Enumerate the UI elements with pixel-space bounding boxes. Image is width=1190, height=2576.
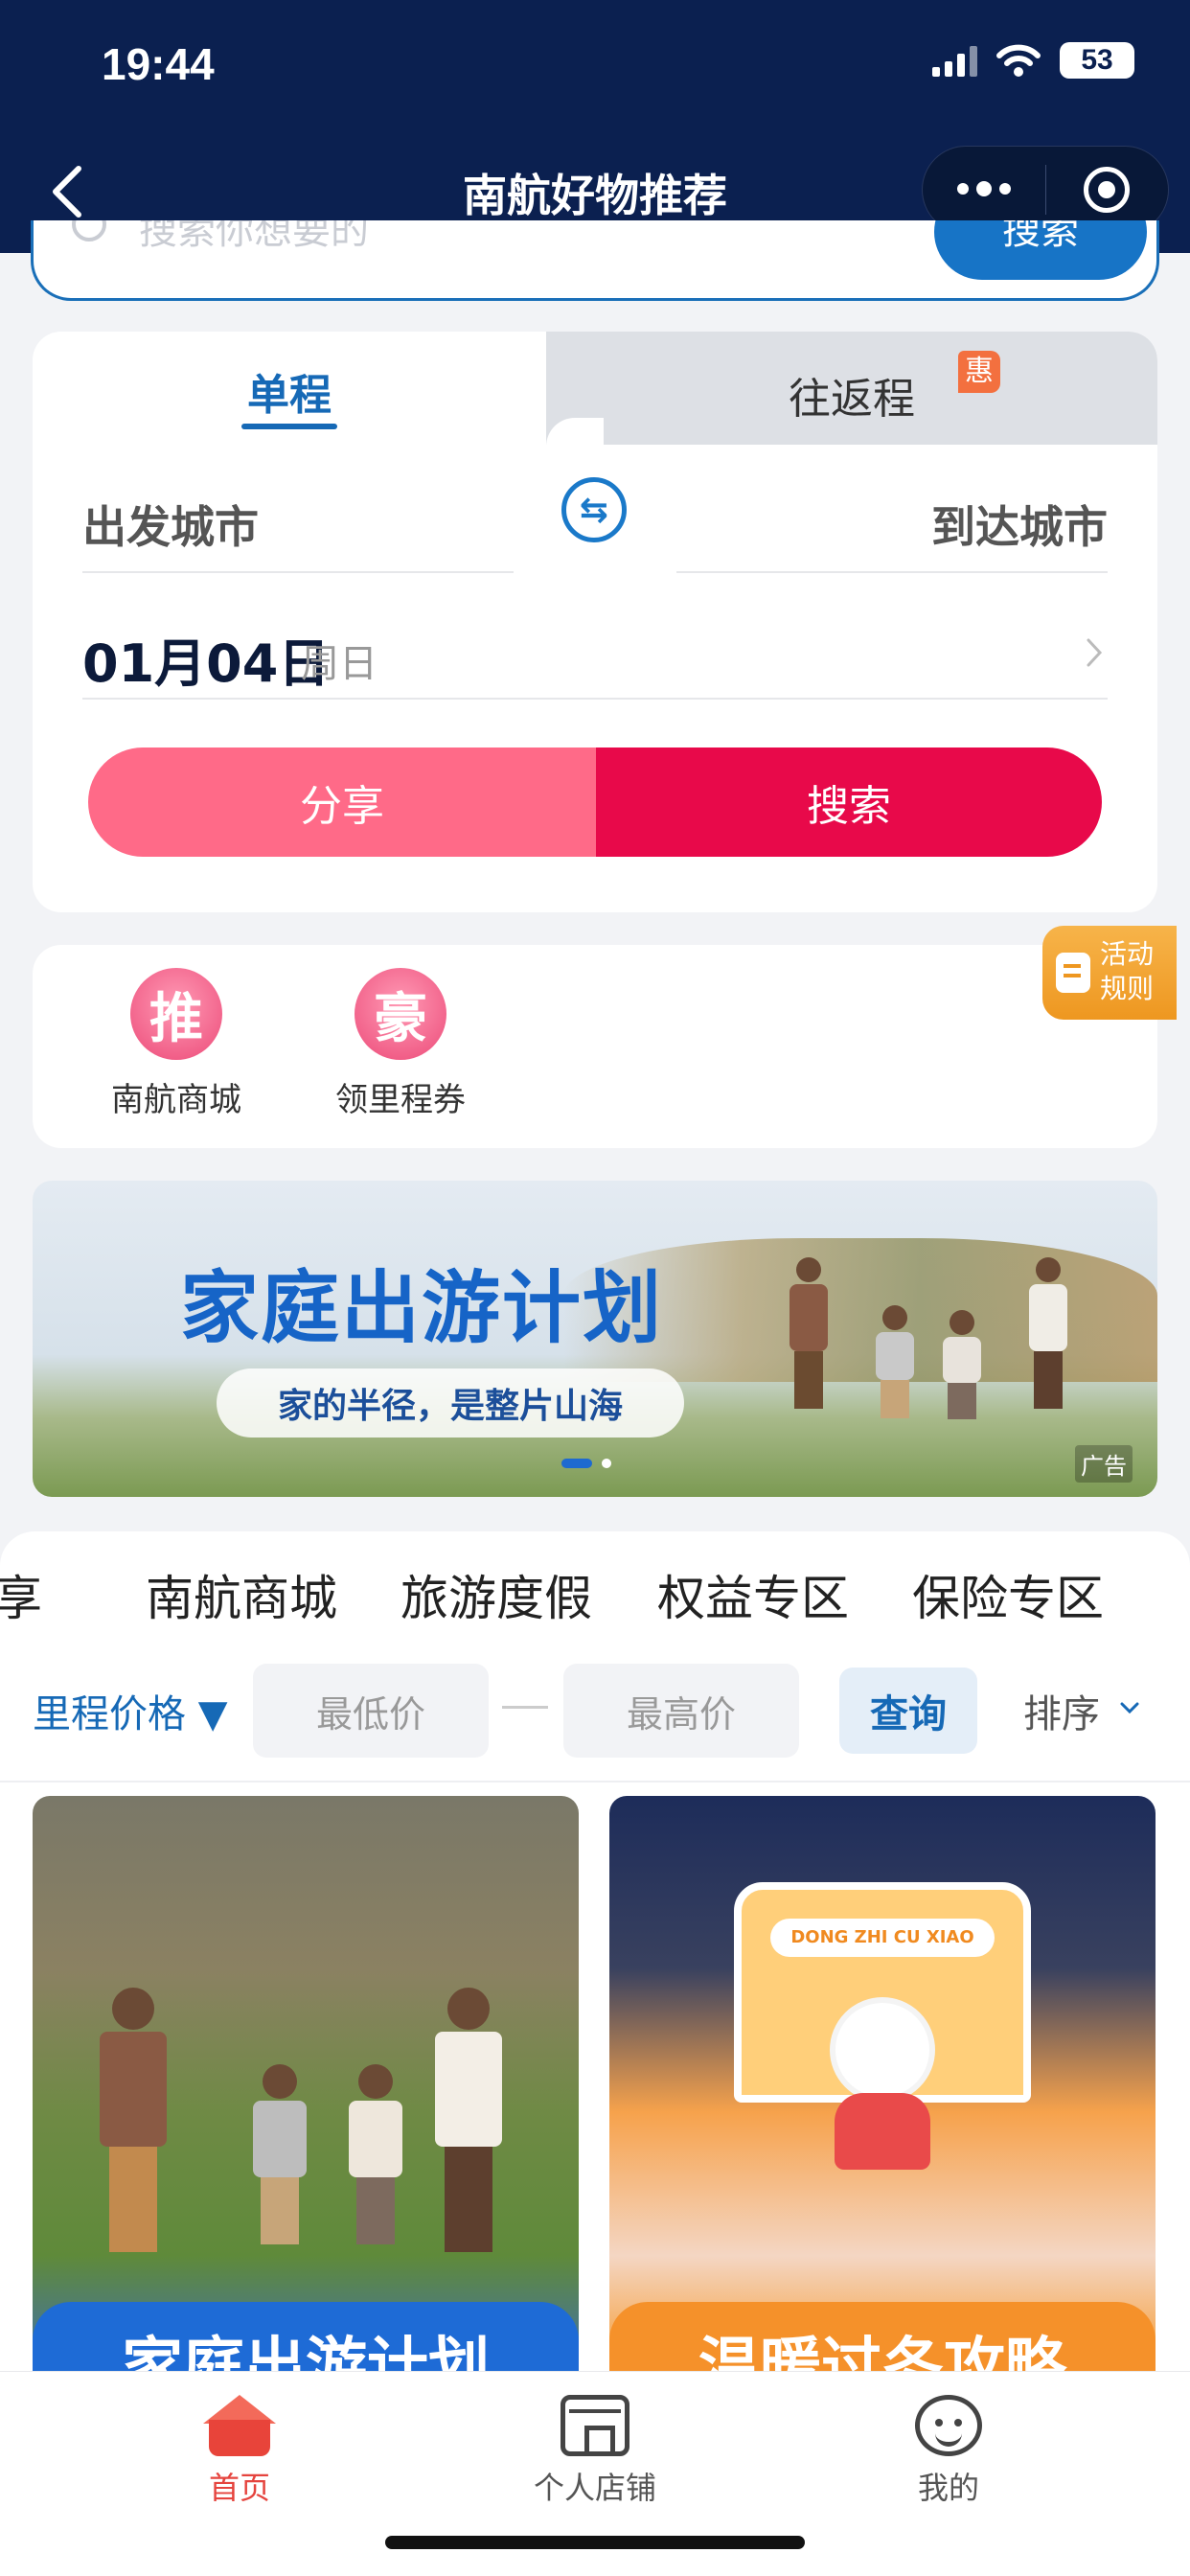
product-caption: 温暖过冬攻略 [698, 2332, 1066, 2371]
doll-illustration [820, 1997, 945, 2170]
store-icon [561, 2395, 629, 2456]
banner-subtitle: 家的半径，是整片山海 [217, 1368, 684, 1438]
cellular-signal-icon [932, 44, 977, 77]
flight-booking-card: 往返程 惠 单程 出发城市 ⇆ 到达城市 01月04日 周日 分享 搜索 [33, 332, 1157, 912]
departure-date[interactable]: 01月04日 [82, 621, 330, 697]
swap-cities-icon[interactable]: ⇆ [561, 477, 627, 542]
chevron-down-icon [1120, 1702, 1139, 1714]
product-person-figure [253, 2064, 307, 2244]
promo-banner[interactable]: 家庭出游计划 家的半径，是整片山海 广告 [33, 1181, 1157, 1497]
product-card[interactable]: 家庭出游计划 [33, 1796, 579, 2371]
tab-active-indicator [241, 424, 337, 429]
document-icon [1056, 953, 1090, 993]
status-time: 19:44 [102, 39, 215, 89]
category-tab[interactable]: 旅游度假 [400, 1560, 592, 1627]
ad-label: 广告 [1075, 1445, 1133, 1483]
battery-icon: 53 [1060, 42, 1134, 79]
tab-one-way-label: 单程 [247, 371, 332, 420]
tab-home-label: 首页 [208, 2470, 270, 2506]
chevron-right-icon[interactable] [1085, 636, 1104, 669]
product-person-figure [100, 1988, 167, 2252]
more-icon [956, 181, 1011, 196]
store-sign: DONG ZHI CU XIAO [770, 1919, 995, 1957]
category-tab[interactable]: 权益专区 [657, 1560, 849, 1627]
top-bar: 19:44 53 南航好物推荐 [0, 0, 1190, 253]
banner-person-figure [943, 1310, 981, 1419]
discount-badge: 惠 [958, 351, 1000, 393]
mileage-price-dropdown[interactable]: 里程价格 ▼ [33, 1683, 227, 1738]
quick-entries: 推 南航商城 豪 领里程券 [33, 945, 1157, 1148]
banner-person-figure [1029, 1257, 1067, 1409]
sort-dropdown[interactable]: 排序 [1023, 1683, 1100, 1738]
tab-home[interactable]: 首页 [144, 2395, 335, 2508]
rules-label-line2: 规则 [1100, 973, 1155, 1004]
tab-round-trip[interactable]: 往返程 惠 [546, 332, 1157, 445]
tab-round-trip-label: 往返程 [789, 375, 915, 424]
tab-my-store[interactable]: 个人店铺 [499, 2395, 691, 2508]
banner-title: 家庭出游计划 [180, 1263, 664, 1354]
search-icon [72, 220, 106, 242]
share-button[interactable]: 分享 [88, 748, 596, 857]
max-price-input[interactable]: 最高价 [563, 1664, 799, 1758]
banner-person-figure [790, 1257, 828, 1409]
quick-entry-label: 南航商城 [111, 1081, 241, 1119]
coupon-icon: 豪 [355, 968, 446, 1060]
product-person-figure [435, 1988, 502, 2252]
query-button[interactable]: 查询 [839, 1668, 977, 1754]
category-tab[interactable]: 保险专区 [912, 1560, 1104, 1627]
quick-entry-label: 领里程券 [335, 1081, 466, 1119]
search-input[interactable]: 搜索你想要的 [139, 220, 369, 255]
activity-rules-button[interactable]: 活动 规则 [1042, 926, 1177, 1020]
tab-one-way[interactable]: 单程 [33, 332, 546, 445]
search-bar: 搜索你想要的 搜索 [31, 220, 1159, 301]
departure-city-field[interactable]: 出发城市 [82, 493, 259, 556]
home-indicator [385, 2536, 805, 2549]
search-submit-button[interactable]: 搜索 [934, 220, 1147, 280]
quick-entry-coupon[interactable]: 豪 领里程券 [305, 968, 496, 1120]
product-caption: 家庭出游计划 [122, 2332, 490, 2371]
tab-me[interactable]: 我的 [853, 2395, 1044, 2508]
banner-person-figure [876, 1305, 914, 1418]
tab-my-store-label: 个人店铺 [533, 2470, 656, 2506]
product-card[interactable]: DONG ZHI CU XIAO 温暖过冬攻略 [609, 1796, 1156, 2371]
rules-label-line1: 活动 [1100, 938, 1155, 970]
carousel-dot [602, 1459, 611, 1468]
category-tabs: 享 南航商城 旅游度假 权益专区 保险专区 [0, 1560, 1190, 1627]
min-price-input[interactable]: 最低价 [253, 1664, 489, 1758]
category-tab[interactable]: 享 [0, 1560, 42, 1627]
target-icon [1084, 167, 1131, 213]
status-icons: 53 [932, 42, 1134, 79]
tab-me-label: 我的 [917, 2470, 979, 2506]
arrival-city-field[interactable]: 到达城市 [931, 493, 1108, 556]
price-filter-bar: 里程价格 ▼ 最低价 最高价 查询 排序 [0, 1664, 1190, 1758]
wifi-icon [996, 44, 1041, 77]
departure-weekday: 周日 [301, 642, 378, 686]
product-person-figure [349, 2064, 402, 2244]
carousel-dot-active [561, 1459, 592, 1468]
flight-search-button[interactable]: 搜索 [596, 748, 1102, 857]
smiley-icon [915, 2395, 982, 2456]
quick-entry-mall[interactable]: 推 南航商城 [80, 968, 272, 1120]
mall-icon: 推 [130, 968, 222, 1060]
category-tab[interactable]: 南航商城 [146, 1560, 337, 1627]
home-icon [203, 2395, 276, 2456]
